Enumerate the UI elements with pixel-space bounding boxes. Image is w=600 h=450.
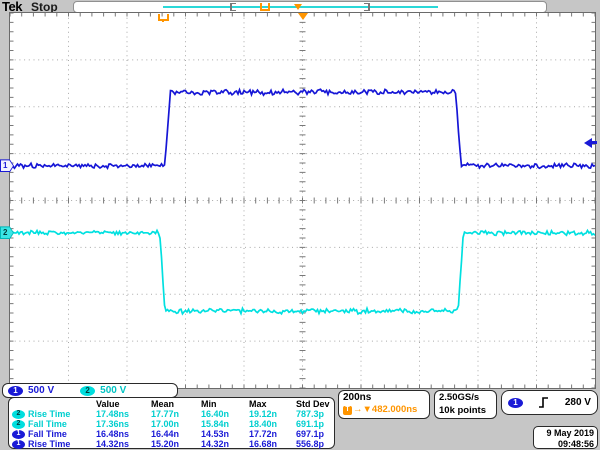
ch1-marker-label: 1 — [3, 161, 7, 170]
measurement-name: Rise Time — [28, 439, 70, 449]
sample-rate: 2.50GS/s — [439, 392, 496, 405]
trigger-readout: 1 280 V — [501, 390, 598, 415]
channel-scale-readout: 1 500 V 2 500 V — [2, 383, 178, 398]
tek-logo: Tek — [2, 0, 22, 14]
measurement-max: 18.40n — [249, 419, 296, 429]
measurement-stddev: 787.3p — [296, 409, 336, 419]
trigger-pos-value: 482.000ns — [372, 404, 417, 416]
timebase-scale: 200ns — [343, 392, 429, 404]
ch1-scale: 500 V — [28, 385, 54, 396]
record-view-bar — [73, 1, 547, 13]
time: 09:48:56 — [534, 439, 594, 450]
oscilloscope-screen: Tek Stop 1 2 1 500 V 2 500 V Value Mean … — [0, 0, 600, 450]
measurement-value: 17.48ns — [96, 409, 151, 419]
record-length: 10k points — [439, 405, 496, 418]
acquisition-status: Stop — [31, 0, 58, 14]
measurement-min: 14.32n — [201, 439, 249, 449]
measurement-max: 17.72n — [249, 429, 296, 439]
waveform-display — [10, 13, 595, 388]
window-bracket-right — [364, 3, 370, 11]
datetime-readout: 9 May 2019 09:48:56 — [533, 426, 598, 449]
measurement-min: 14.53n — [201, 429, 249, 439]
trigger-t-icon: T — [343, 406, 352, 415]
trigger-pos-arrow-icon: →▼ — [353, 404, 372, 416]
col-header-value: Value — [96, 399, 151, 409]
measurement-mean: 16.44n — [151, 429, 201, 439]
trigger-position-marker-icon — [158, 14, 169, 21]
ch2-marker-label: 2 — [3, 228, 7, 237]
measurement-name: Rise Time — [28, 409, 70, 419]
measurement-header-row: Value Mean Min Max Std Dev — [12, 399, 334, 409]
measurement-value: 17.36ns — [96, 419, 151, 429]
expansion-point-marker-icon — [298, 13, 308, 20]
measurement-row: 1Rise Time 14.32ns 15.20n 14.32n 16.68n … — [12, 439, 334, 449]
rising-edge-icon — [538, 396, 549, 409]
col-header-min: Min — [201, 399, 249, 409]
ch2-badge: 2 — [12, 420, 25, 429]
measurement-max: 16.68n — [249, 439, 296, 449]
measurement-stddev: 556.8p — [296, 439, 336, 449]
trigger-source-badge: 1 — [508, 398, 523, 408]
measurement-row: 2Rise Time 17.48ns 17.77n 16.40n 19.12n … — [12, 409, 334, 419]
record-expansion-marker-icon — [294, 4, 302, 10]
record-trigger-marker-icon — [260, 3, 270, 11]
measurement-name: Fall Time — [28, 419, 67, 429]
trigger-level-marker-icon — [584, 138, 597, 148]
measurement-row: 2Fall Time 17.36ns 17.00n 15.84n 18.40n … — [12, 419, 334, 429]
col-header-mean: Mean — [151, 399, 201, 409]
measurement-row: 1Fall Time 16.48ns 16.44n 14.53n 17.72n … — [12, 429, 334, 439]
ch2-scale: 500 V — [100, 385, 126, 396]
window-bracket-left — [230, 3, 236, 11]
acquisition-readout: 2.50GS/s 10k points — [434, 390, 497, 419]
measurement-min: 15.84n — [201, 419, 249, 429]
ch1-badge: 1 — [8, 386, 23, 396]
ch1-badge: 1 — [12, 430, 25, 439]
measurement-mean: 17.00n — [151, 419, 201, 429]
trigger-level: 280 V — [565, 397, 591, 408]
col-header-max: Max — [249, 399, 296, 409]
measurement-max: 19.12n — [249, 409, 296, 419]
trigger-position-readout: T →▼ 482.000ns — [343, 404, 429, 416]
measurement-name: Fall Time — [28, 429, 67, 439]
timebase-readout: 200ns T →▼ 482.000ns — [338, 390, 430, 419]
waveform-plot — [10, 13, 595, 388]
measurement-stddev: 697.1p — [296, 429, 336, 439]
measurement-value: 14.32ns — [96, 439, 151, 449]
measurement-mean: 15.20n — [151, 439, 201, 449]
measurement-table: Value Mean Min Max Std Dev 2Rise Time 17… — [8, 397, 335, 449]
measurement-stddev: 691.1p — [296, 419, 336, 429]
measurement-value: 16.48ns — [96, 429, 151, 439]
ch1-badge: 1 — [12, 440, 25, 449]
ch2-badge: 2 — [80, 386, 95, 396]
date: 9 May 2019 — [534, 428, 594, 439]
measurement-min: 16.40n — [201, 409, 249, 419]
measurement-mean: 17.77n — [151, 409, 201, 419]
ch2-badge: 2 — [12, 410, 25, 419]
col-header-stddev: Std Dev — [296, 399, 336, 409]
